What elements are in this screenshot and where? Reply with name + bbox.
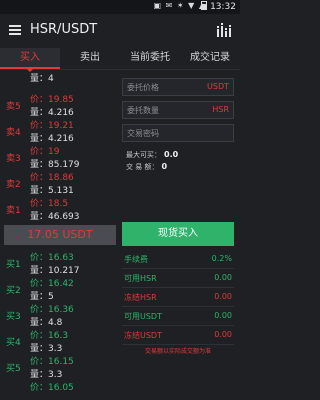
battery-icon bbox=[201, 1, 208, 10]
price: 价：16.15 bbox=[30, 357, 74, 367]
stat-label: 冻结USDT bbox=[124, 331, 162, 340]
sell-row[interactable]: 卖1 价：18.5 量：46.693 bbox=[0, 196, 118, 222]
quantity-field[interactable]: 委托数量 HSR bbox=[122, 101, 234, 119]
price: 价：16.05 bbox=[30, 383, 74, 393]
side-label: 买4 bbox=[6, 338, 21, 348]
stat-value: 0.00 bbox=[214, 273, 232, 282]
price: 价：19.85 bbox=[30, 95, 74, 105]
hamburger-menu-icon[interactable] bbox=[9, 25, 21, 35]
last-price-banner: 17.05 USDT bbox=[4, 225, 116, 245]
price: 价：16.42 bbox=[30, 279, 74, 289]
status-time: 13:32 bbox=[199, 1, 236, 12]
quantity-placeholder: 委托数量 bbox=[127, 106, 159, 115]
page-title: HSR/USDT bbox=[30, 22, 98, 37]
amount: 量：4.8 bbox=[30, 318, 63, 328]
amount: 量：4 bbox=[30, 74, 54, 84]
order-book: 量：4 卖5 价：19.85 量：4.216 卖4 价：19.21 量：4.21… bbox=[0, 70, 118, 400]
stat-label: 可用HSR bbox=[124, 274, 157, 283]
price: 价：16.63 bbox=[30, 253, 74, 263]
price: 价：19 bbox=[30, 147, 60, 157]
amount: 量：85.179 bbox=[30, 160, 80, 170]
sell-row[interactable]: 卖3 价：19 量：85.179 bbox=[0, 144, 118, 170]
tab-sell[interactable]: 卖出 bbox=[60, 48, 120, 69]
price-placeholder: 委托价格 bbox=[127, 83, 159, 92]
title-bar: HSR/USDT bbox=[0, 14, 240, 48]
sell-row[interactable]: 卖4 价：19.21 量：4.216 bbox=[0, 118, 118, 144]
amount: 量：46.693 bbox=[30, 212, 80, 222]
max-buy-label: 最大可买： bbox=[126, 151, 161, 159]
trade-amount-label: 交 易 额： bbox=[126, 163, 159, 171]
price: 价：18.5 bbox=[30, 199, 69, 209]
status-bar: ▣ ✉ ✶ ▼ ▲ 13:32 bbox=[0, 0, 240, 14]
stat-value: 0.00 bbox=[214, 292, 232, 301]
price: 价：16.3 bbox=[30, 331, 69, 341]
stat-fee: 手续费 0.2% bbox=[122, 250, 234, 269]
side-label: 买2 bbox=[6, 286, 21, 296]
stat-available-hsr: 可用HSR 0.00 bbox=[122, 269, 234, 288]
trade-hint: 交易额以实际成交额为准 bbox=[144, 348, 211, 355]
stat-label: 可用USDT bbox=[124, 312, 162, 321]
stat-value: 0.00 bbox=[214, 311, 232, 320]
price-field[interactable]: 委托价格 USDT bbox=[122, 78, 234, 96]
trade-amount-value: 0 bbox=[161, 162, 168, 171]
stat-available-usdt: 可用USDT 0.00 bbox=[122, 307, 234, 326]
sell-row[interactable]: 卖5 价：19.85 量：4.216 bbox=[0, 92, 118, 118]
stat-frozen-usdt: 冻结USDT 0.00 bbox=[122, 326, 234, 345]
password-placeholder: 交易密码 bbox=[127, 129, 159, 138]
max-buy-value: 0.0 bbox=[164, 150, 179, 159]
stat-frozen-hsr: 冻结HSR 0.00 bbox=[122, 288, 234, 307]
price-unit: USDT bbox=[207, 82, 229, 91]
amount: 量：4.216 bbox=[30, 134, 74, 144]
tab-bar: 买入 卖出 当前委托 成交记录 bbox=[0, 48, 240, 72]
amount: 量：3.3 bbox=[30, 370, 63, 380]
sell-row[interactable]: 卖2 价：18.86 量：5.131 bbox=[0, 170, 118, 196]
status-icons: ▣ ✉ ✶ ▼ ▲ bbox=[153, 1, 206, 10]
side-label: 卖4 bbox=[6, 128, 21, 138]
amount: 量：10.217 bbox=[30, 266, 80, 276]
status-time-text: 13:32 bbox=[210, 2, 236, 12]
amount: 量：5.131 bbox=[30, 186, 74, 196]
side-label: 买5 bbox=[6, 364, 21, 374]
chart-bars-icon[interactable] bbox=[216, 23, 232, 37]
price: 价：18.86 bbox=[30, 173, 74, 183]
amount: 量：4.216 bbox=[30, 108, 74, 118]
buy-row[interactable]: 买1 价：16.63 量：10.217 bbox=[0, 250, 118, 276]
amount: 量：3.3 bbox=[30, 344, 63, 354]
amount: 量：5 bbox=[30, 292, 54, 302]
side-label: 卖1 bbox=[6, 206, 21, 216]
quantity-unit: HSR bbox=[212, 105, 229, 114]
side-label: 卖3 bbox=[6, 154, 21, 164]
tab-open-orders[interactable]: 当前委托 bbox=[120, 48, 180, 69]
side-label: 买1 bbox=[6, 260, 21, 270]
stat-label: 冻结HSR bbox=[124, 293, 157, 302]
price: 价：16.36 bbox=[30, 305, 74, 315]
tab-trade-history[interactable]: 成交记录 bbox=[180, 48, 240, 69]
buy-row[interactable]: 买3 价：16.36 量：4.8 bbox=[0, 302, 118, 328]
price: 价：19.21 bbox=[30, 121, 74, 131]
stat-value: 0.00 bbox=[214, 330, 232, 339]
side-label: 卖5 bbox=[6, 102, 21, 112]
tab-buy[interactable]: 买入 bbox=[0, 48, 60, 72]
password-field[interactable]: 交易密码 bbox=[122, 124, 234, 142]
buy-row[interactable]: 买4 价：16.3 量：3.3 bbox=[0, 328, 118, 354]
trade-amount: 交 易 额： 0 bbox=[126, 162, 167, 172]
buy-row-partial[interactable]: 价：16.05 bbox=[0, 380, 118, 400]
stat-label: 手续费 bbox=[124, 255, 148, 264]
side-label: 买3 bbox=[6, 312, 21, 322]
max-buy: 最大可买： 0.0 bbox=[126, 150, 178, 160]
side-label: 卖2 bbox=[6, 180, 21, 190]
buy-row[interactable]: 买5 价：16.15 量：3.3 bbox=[0, 354, 118, 380]
spot-buy-button[interactable]: 现货买入 bbox=[122, 222, 234, 246]
buy-row[interactable]: 买2 价：16.42 量：5 bbox=[0, 276, 118, 302]
stat-value: 0.2% bbox=[211, 254, 232, 263]
